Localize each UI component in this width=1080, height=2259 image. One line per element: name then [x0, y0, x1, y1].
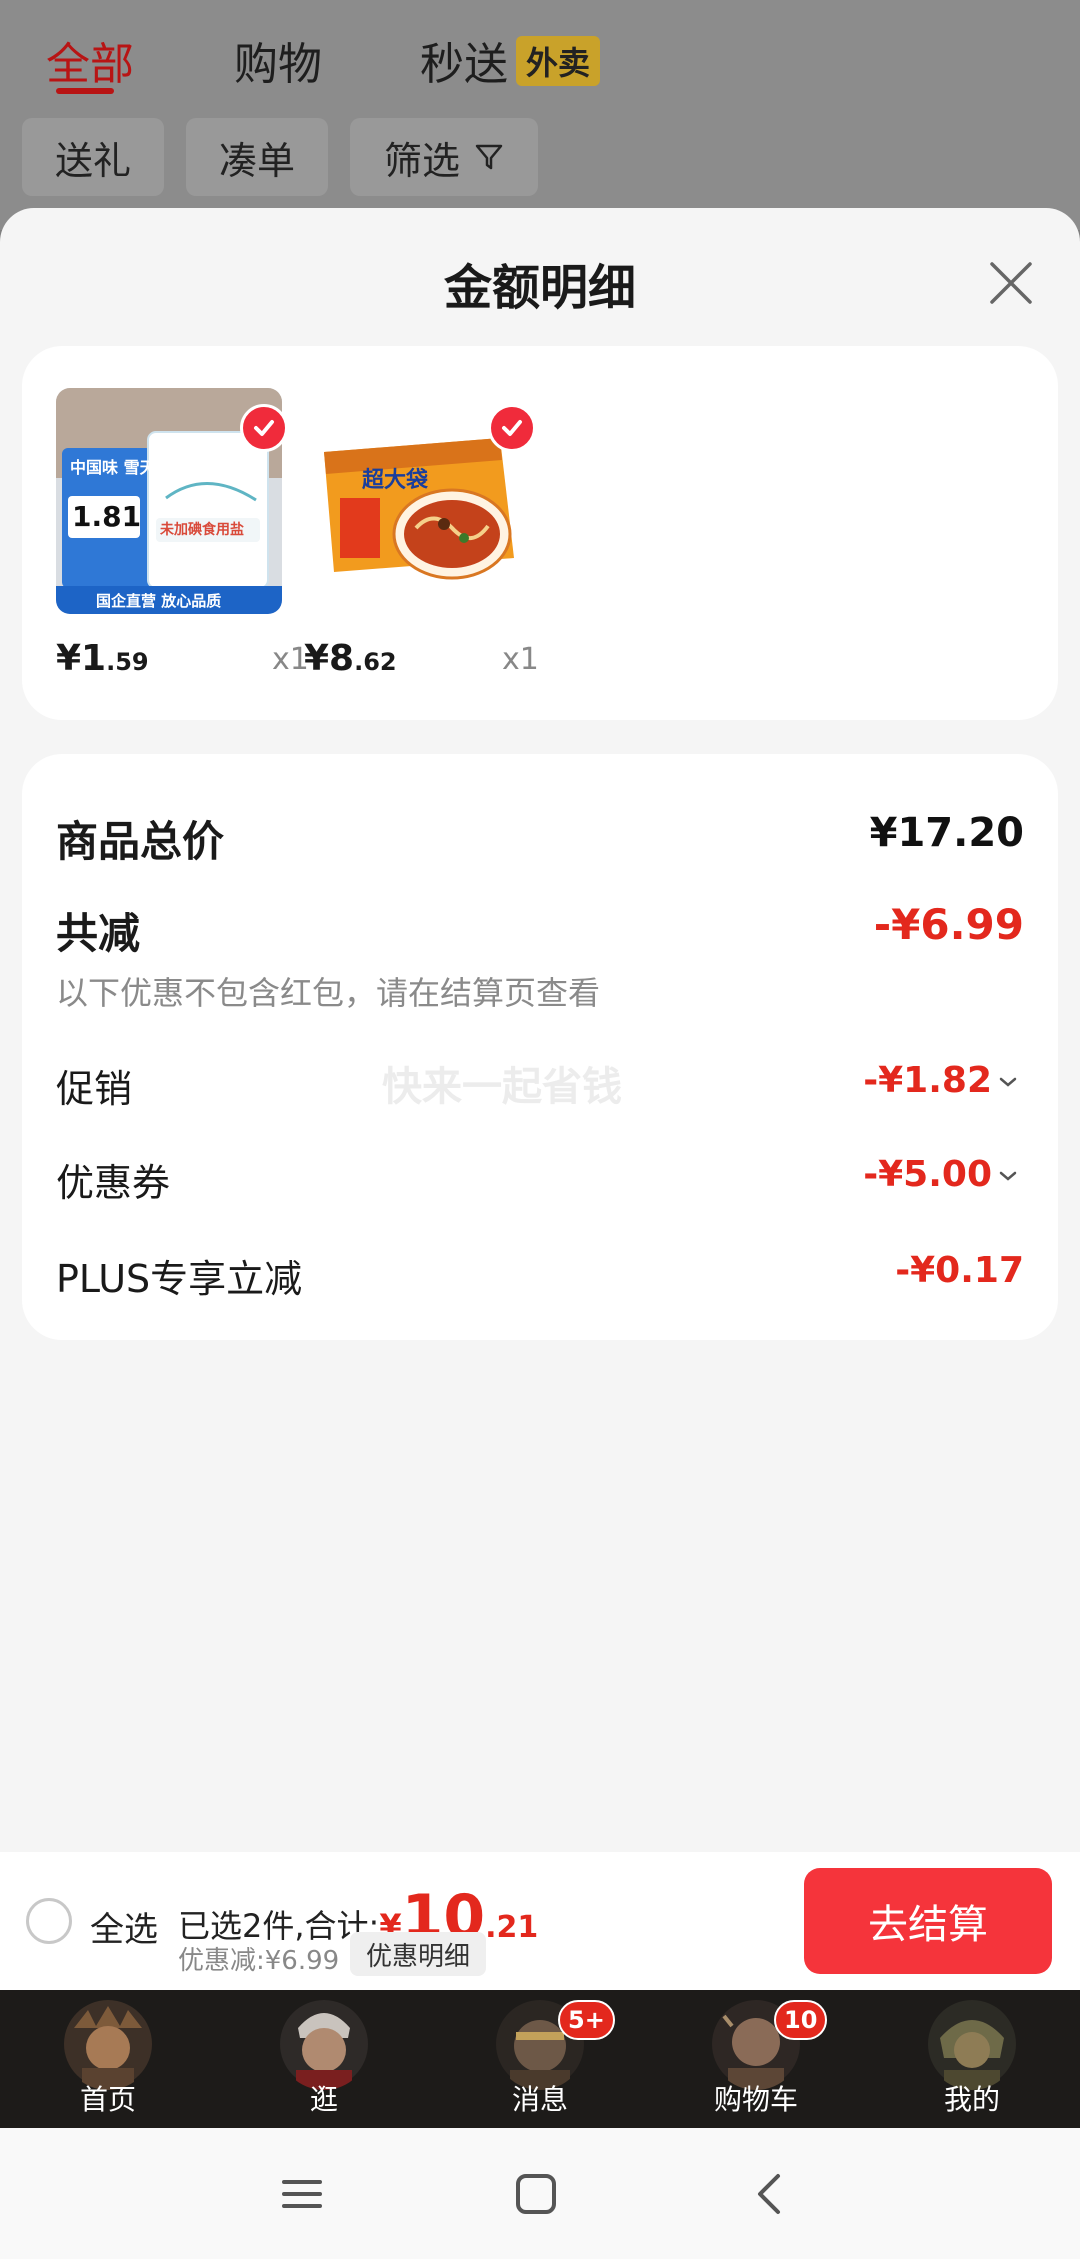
- price-summary-card: 商品总价 ¥17.20 共减 -¥6.99 以下优惠不包含红包，请在结算页查看 …: [22, 754, 1058, 1340]
- total-reduce-value: -¥6.99: [873, 900, 1024, 949]
- total-reduce-label: 共减: [56, 909, 141, 958]
- product-price: ¥1.59: [56, 638, 149, 679]
- discount-note: 以下优惠不包含红包，请在结算页查看: [56, 974, 601, 1012]
- salt-image-price: 1.81: [72, 500, 142, 533]
- browse-avatar-icon: [280, 2000, 368, 2090]
- salt-footer-text: 国企直营 放心品质: [96, 592, 222, 610]
- select-all-radio[interactable]: [26, 1898, 72, 1944]
- total-decimal: .21: [485, 1910, 539, 1945]
- waimai-badge: 外卖: [516, 36, 601, 86]
- checkout-button[interactable]: 去结算: [804, 1868, 1052, 1974]
- menu-icon[interactable]: [272, 2164, 332, 2224]
- bottom-tab-bar: 首页 逛 5+ 消息 10 购物车 我的: [0, 1990, 1080, 2128]
- discount-detail-button[interactable]: 优惠明细: [350, 1932, 487, 1976]
- cart-badge: 10: [774, 2000, 828, 2040]
- background-page-header: 全部 购物 秒送 外卖 送礼 凑单 筛选: [0, 0, 1080, 230]
- plus-discount-label: PLUS专享立减: [56, 1257, 303, 1301]
- select-all-label[interactable]: 全选: [90, 1902, 158, 1951]
- tab-messages[interactable]: 5+ 消息: [432, 1990, 648, 2128]
- coupon-value: -¥5.00: [863, 1154, 992, 1195]
- tab-home-label: 首页: [79, 2083, 136, 2116]
- mine-avatar-icon: [928, 2000, 1016, 2090]
- checkout-bar: 全选 已选2件,合计:¥10.21 优惠减:¥6.99 优惠明细 去结算: [0, 1852, 1080, 1990]
- home-avatar-icon: [64, 2000, 152, 2090]
- tab-messages-label: 消息: [511, 2083, 568, 2116]
- product-quantity: x1: [502, 642, 539, 677]
- tab-browse[interactable]: 逛: [216, 1990, 432, 2128]
- promotion-value: -¥1.82: [863, 1060, 992, 1101]
- tab-cart-label: 购物车: [713, 2083, 798, 2116]
- promotion-label: 促销: [56, 1067, 133, 1111]
- salt-brand-text: 中国味 雪天盐: [70, 458, 172, 477]
- chevron-down-icon: [999, 1077, 1017, 1087]
- coupon-label: 优惠券: [56, 1161, 171, 1205]
- tab-browse-label: 逛: [309, 2083, 338, 2116]
- filter-label: 筛选: [383, 138, 460, 183]
- filter-gift-label: 送礼: [54, 138, 131, 183]
- home-square-icon[interactable]: [506, 2164, 566, 2224]
- salt-bag-text: 未加碘食用盐: [160, 522, 244, 538]
- sheet-title: 金额明细: [443, 260, 636, 316]
- tab-mine-label: 我的: [943, 2083, 1000, 2116]
- promotion-row[interactable]: -¥1.82: [863, 1060, 1018, 1101]
- noodle-brand-text: 超大袋: [362, 468, 429, 493]
- system-navigation-bar: [0, 2128, 1080, 2259]
- plus-discount-value: -¥0.17: [895, 1250, 1024, 1291]
- price-integer: ¥8: [304, 638, 355, 679]
- tab-shopping[interactable]: 购物: [234, 28, 322, 92]
- selected-check-icon[interactable]: [488, 404, 536, 452]
- watermark-text: 快来一起省钱: [382, 1064, 622, 1110]
- filter-add-on[interactable]: 凑单: [186, 118, 328, 196]
- total-price-label: 商品总价: [56, 817, 225, 866]
- product-list-card: 中国味 雪天盐 1.81 未加碘食用盐 国企直营 放心品质 ¥1.59 x1 超…: [22, 346, 1058, 720]
- tab-cart[interactable]: 10 购物车: [648, 1990, 864, 2128]
- funnel-icon: [475, 144, 503, 170]
- tab-all[interactable]: 全部: [46, 28, 134, 92]
- close-icon[interactable]: [986, 258, 1036, 308]
- price-integer: ¥1: [56, 638, 107, 679]
- tab-mine[interactable]: 我的: [864, 1990, 1080, 2128]
- filter-add-on-label: 凑单: [218, 138, 295, 183]
- discount-summary: 优惠减:¥6.99: [178, 1946, 340, 1976]
- coupon-row[interactable]: -¥5.00: [863, 1154, 1018, 1195]
- tab-home[interactable]: 首页: [0, 1990, 216, 2128]
- price-decimal: .62: [354, 648, 397, 676]
- active-tab-underline: [56, 88, 114, 94]
- price-decimal: .59: [106, 648, 149, 676]
- tab-express[interactable]: 秒送: [420, 28, 508, 92]
- total-price-value: ¥17.20: [869, 810, 1024, 856]
- back-icon[interactable]: [740, 2164, 800, 2224]
- filter-gift[interactable]: 送礼: [22, 118, 164, 196]
- amount-detail-sheet: 金额明细 中国味 雪天盐 1.81 未加碘食用盐 国企直营 放心品质 ¥1.59…: [0, 208, 1080, 1852]
- product-price: ¥8.62: [304, 638, 397, 679]
- filter-button[interactable]: 筛选: [350, 118, 538, 196]
- selected-check-icon[interactable]: [240, 404, 288, 452]
- messages-badge: 5+: [558, 2000, 615, 2040]
- chevron-down-icon: [999, 1171, 1017, 1181]
